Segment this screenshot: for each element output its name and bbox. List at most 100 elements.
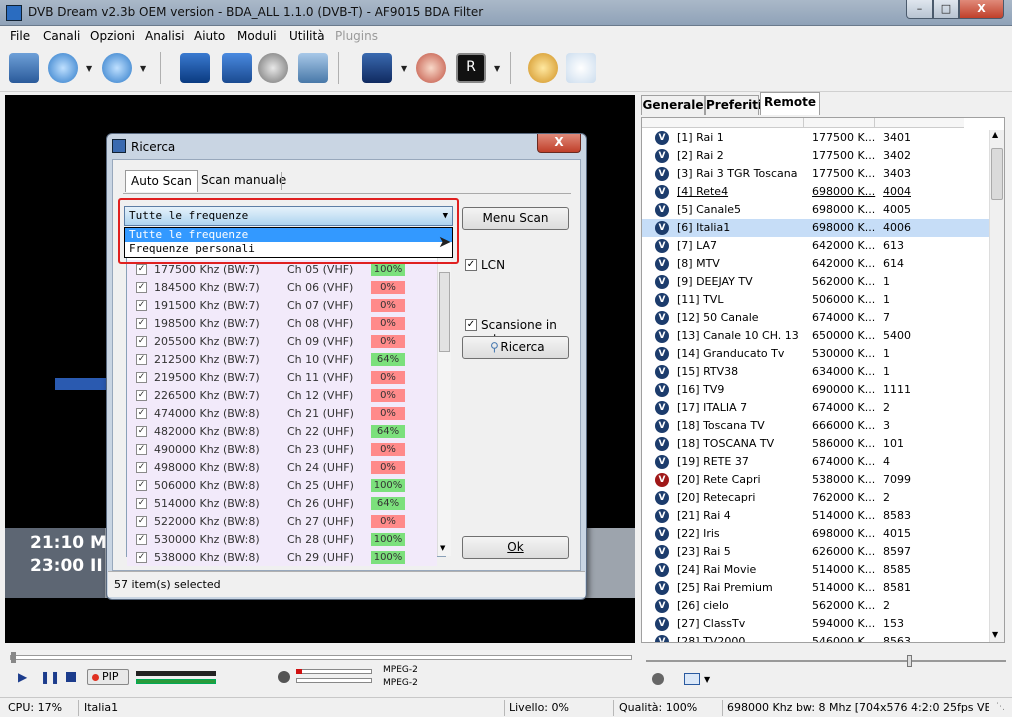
frequency-checkbox[interactable]: ✓ [136,516,147,527]
frequency-scroll-down-icon[interactable]: ▼ [440,544,445,552]
channel-row[interactable]: V [13] Canale 10 CH. 13 650000 K... 5400 [642,327,990,345]
volume-slider-track[interactable] [296,669,372,674]
picture-icon[interactable] [298,53,328,83]
channel-row[interactable]: V [24] Rai Movie 514000 K... 8585 [642,561,990,579]
clapper-dropdown-icon[interactable]: ▼ [401,64,407,73]
frequency-checkbox[interactable]: ✓ [136,264,147,275]
menu-moduli[interactable]: Moduli [237,29,277,43]
column-header-name[interactable] [642,118,803,128]
frequency-checkbox[interactable]: ✓ [136,390,147,401]
play-icon[interactable]: ▶ [18,670,27,684]
tab-scan-manuale[interactable]: Scan manuale [196,170,291,192]
channel-row[interactable]: V [18] Toscana TV 666000 K... 3 [642,417,990,435]
network-scan-checkbox[interactable]: ✓ [465,319,477,331]
frequency-checkbox[interactable]: ✓ [136,354,147,365]
tab-auto-scan[interactable]: Auto Scan [125,170,198,192]
frequency-row[interactable]: ✓ 212500 Khz (BW:7) Ch 10 (VHF) 64% [127,350,437,368]
view-list-icon[interactable] [684,673,700,685]
frequency-row[interactable]: ✓ 498000 Khz (BW:8) Ch 24 (UHF) 0% [127,458,437,476]
frequency-row[interactable]: ✓ 522000 Khz (BW:8) Ch 27 (UHF) 0% [127,512,437,530]
right-slider-track[interactable] [646,660,1006,662]
channel-row[interactable]: V [15] RTV38 634000 K... 1 [642,363,990,381]
channel-row[interactable]: V [3] Rai 3 TGR Toscana 177500 K... 3403 [642,165,990,183]
minimize-button[interactable]: – [906,0,933,19]
channel-row[interactable]: V [14] Granducato Tv 530000 K... 1 [642,345,990,363]
view-dropdown-icon[interactable]: ▼ [704,675,710,684]
channel-row[interactable]: V [20] Retecapri 762000 K... 2 [642,489,990,507]
frequency-checkbox[interactable]: ✓ [136,552,147,563]
menu-utilita[interactable]: Utilità [289,29,325,43]
menu-canali[interactable]: Canali [43,29,80,43]
back-icon[interactable] [48,53,78,83]
channel-row[interactable]: V [26] cielo 562000 K... 2 [642,597,990,615]
frequency-row[interactable]: ✓ 474000 Khz (BW:8) Ch 21 (UHF) 0% [127,404,437,422]
volume-icon[interactable] [278,671,290,683]
frequency-row[interactable]: ✓ 506000 Khz (BW:8) Ch 25 (UHF) 100% [127,476,437,494]
balance-slider[interactable] [296,678,372,683]
frequency-checkbox[interactable]: ✓ [136,300,147,311]
seek-bar[interactable] [10,655,632,660]
channel-scrollbar[interactable]: ▲ ▼ [989,130,1004,642]
frequency-checkbox[interactable]: ✓ [136,372,147,383]
channel-row[interactable]: V [17] ITALIA 7 674000 K... 2 [642,399,990,417]
channel-row[interactable]: V [19] RETE 37 674000 K... 4 [642,453,990,471]
frequency-scroll-thumb[interactable] [439,272,450,352]
frequency-row[interactable]: ✓ 226500 Khz (BW:7) Ch 12 (VHF) 0% [127,386,437,404]
folder-icon[interactable] [9,53,39,83]
channel-row[interactable]: V [25] Rai Premium 514000 K... 8581 [642,579,990,597]
channel-row[interactable]: V [5] Canale5 698000 K... 4005 [642,201,990,219]
frequency-row[interactable]: ✓ 191500 Khz (BW:7) Ch 07 (VHF) 0% [127,296,437,314]
monitor-icon[interactable] [180,53,210,83]
channel-row[interactable]: V [12] 50 Canale 674000 K... 7 [642,309,990,327]
channel-row[interactable]: V [6] Italia1 698000 K... 4006 [642,219,990,237]
refresh-icon[interactable] [652,673,664,685]
stop-icon[interactable] [66,672,76,682]
frequency-row[interactable]: ✓ 198500 Khz (BW:7) Ch 08 (VHF) 0% [127,314,437,332]
record-icon[interactable]: R [456,53,486,83]
teletext-icon[interactable] [222,53,252,83]
tab-preferiti[interactable]: Preferiti [705,95,762,115]
maximize-button[interactable]: □ [933,0,959,19]
pause-icon[interactable]: ❚❚ [40,670,60,684]
frequency-row[interactable]: ✓ 530000 Khz (BW:8) Ch 28 (UHF) 100% [127,530,437,548]
frequency-checkbox[interactable]: ✓ [136,408,147,419]
lcn-checkbox[interactable]: ✓ [465,259,477,271]
frequency-row[interactable]: ✓ 490000 Khz (BW:8) Ch 23 (UHF) 0% [127,440,437,458]
channel-row[interactable]: V [18] TOSCANA TV 586000 K... 101 [642,435,990,453]
channel-row[interactable]: V [23] Rai 5 626000 K... 8597 [642,543,990,561]
channel-row[interactable]: V [16] TV9 690000 K... 1111 [642,381,990,399]
frequency-checkbox[interactable]: ✓ [136,282,147,293]
back-dropdown-icon[interactable]: ▼ [86,64,92,73]
menu-file[interactable]: File [10,29,30,43]
frequency-row[interactable]: ✓ 514000 Khz (BW:8) Ch 26 (UHF) 64% [127,494,437,512]
menu-analisi[interactable]: Analisi [145,29,184,43]
frequency-row[interactable]: ✓ 205500 Khz (BW:7) Ch 09 (VHF) 0% [127,332,437,350]
timer-icon[interactable] [528,53,558,83]
ok-button[interactable]: Ok [462,536,569,559]
channel-row[interactable]: V [7] LA7 642000 K... 613 [642,237,990,255]
channel-row[interactable]: V [9] DEEJAY TV 562000 K... 1 [642,273,990,291]
menu-aiuto[interactable]: Aiuto [194,29,225,43]
channel-row[interactable]: V [2] Rai 2 177500 K... 3402 [642,147,990,165]
channel-row[interactable]: V [20] Rete Capri 538000 K... 7099 [642,471,990,489]
settings-gears-icon[interactable] [258,53,288,83]
menu-scan-button[interactable]: Menu Scan [462,207,569,230]
channel-row[interactable]: V [1] Rai 1 177500 K... 3401 [642,129,990,147]
record-dropdown-icon[interactable]: ▼ [494,64,500,73]
frequency-checkbox[interactable]: ✓ [136,498,147,509]
forward-icon[interactable] [102,53,132,83]
channel-row[interactable]: V [8] MTV 642000 K... 614 [642,255,990,273]
close-button[interactable]: X [959,0,1004,19]
ricerca-button[interactable]: Ricerca [462,336,569,359]
frequency-row[interactable]: ✓ 184500 Khz (BW:7) Ch 06 (VHF) 0% [127,278,437,296]
resize-grip-icon[interactable]: ⋱ [996,702,1008,714]
frequency-checkbox[interactable]: ✓ [136,444,147,455]
frequency-row[interactable]: ✓ 538000 Khz (BW:8) Ch 29 (UHF) 100% [127,548,437,566]
frequency-checkbox[interactable]: ✓ [136,480,147,491]
clapper-icon[interactable] [362,53,392,83]
dialog-close-button[interactable]: X [537,134,581,153]
eraser-icon[interactable] [416,53,446,83]
channel-row[interactable]: V [28] TV2000 546000 K... 8563 [642,633,990,642]
column-header-code[interactable] [874,118,964,128]
scroll-thumb[interactable] [991,148,1003,200]
